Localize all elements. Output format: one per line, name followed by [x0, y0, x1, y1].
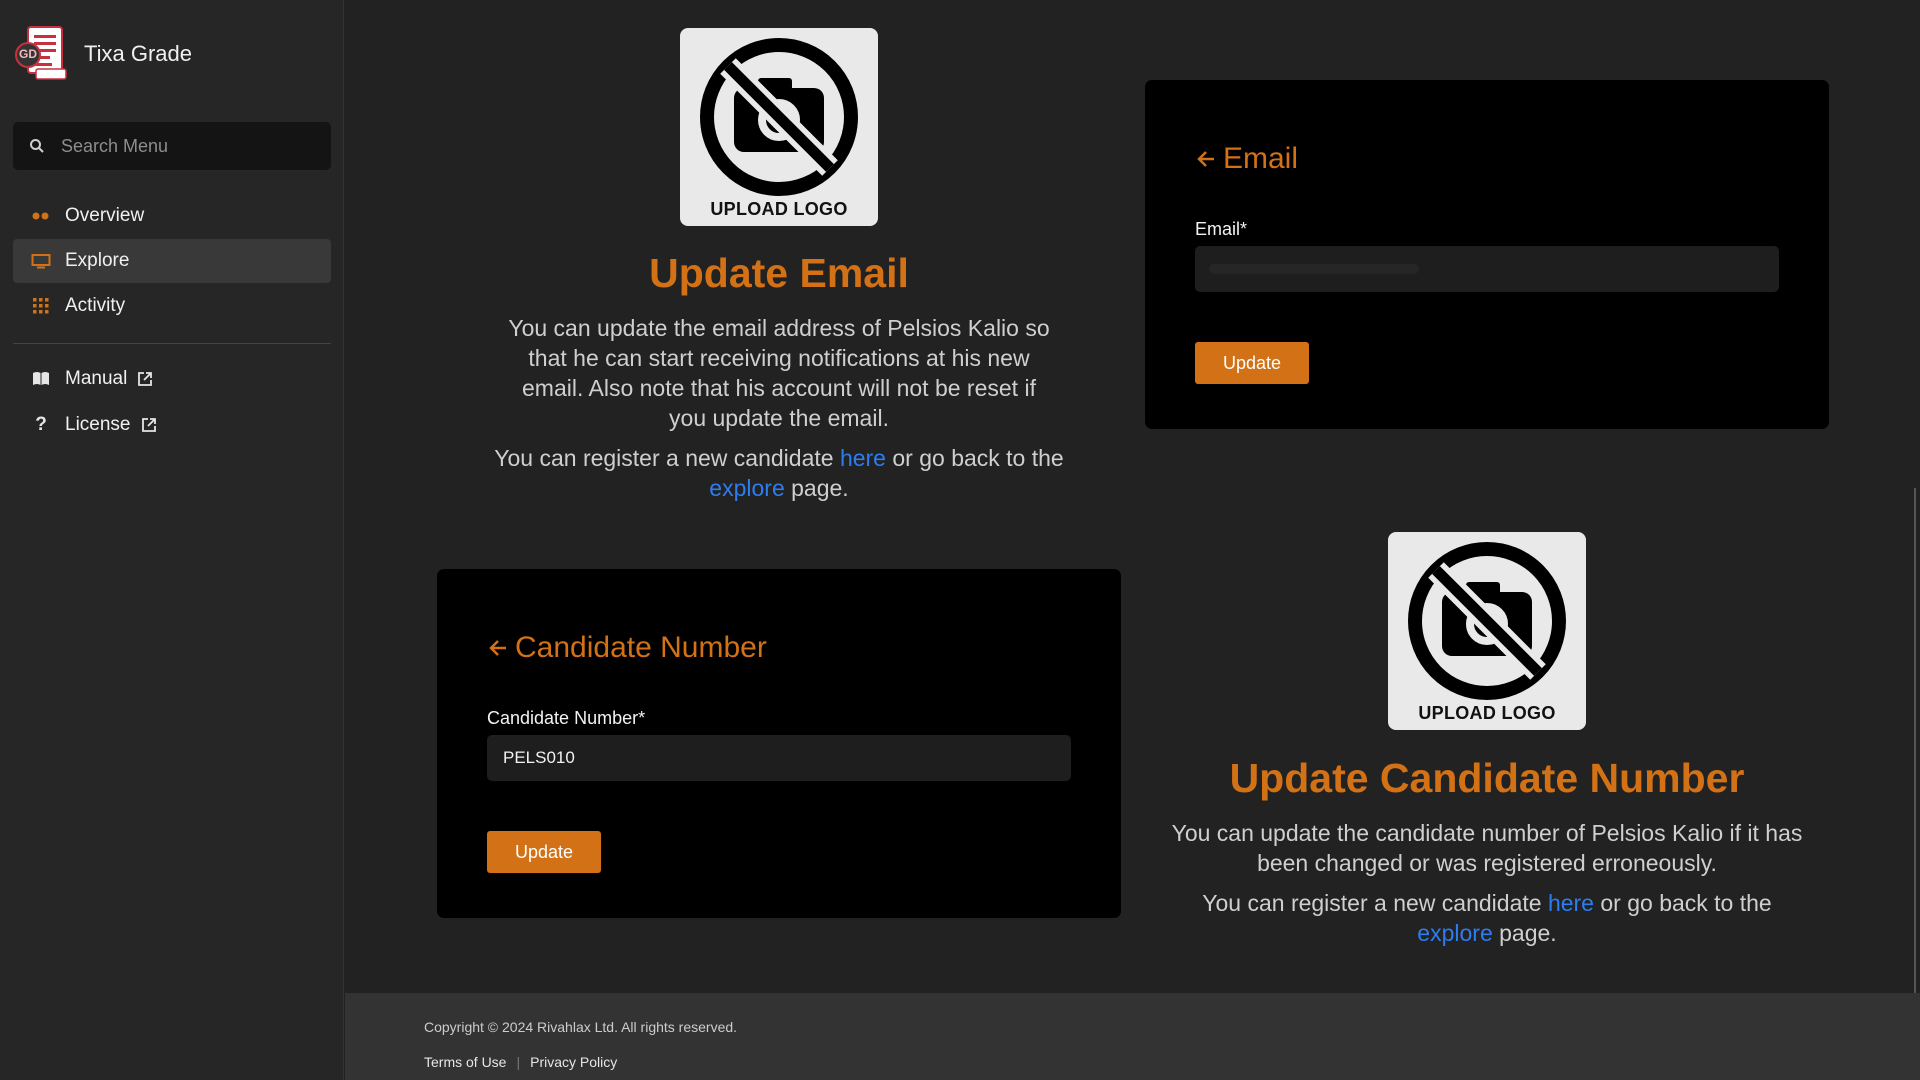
update-email-button[interactable]: Update [1195, 342, 1309, 384]
search-box[interactable] [13, 122, 331, 170]
register-text: You can register a new candidate here or… [1145, 888, 1829, 948]
book-icon [31, 369, 51, 389]
update-candidate-button[interactable]: Update [487, 831, 601, 873]
main-content: UPLOAD LOGO Update Email You can update … [345, 0, 1920, 1008]
arrow-left-icon [489, 640, 506, 656]
email-description: You can update the email address of Pels… [508, 315, 1050, 431]
upload-logo-email[interactable]: UPLOAD LOGO [680, 28, 878, 226]
upload-logo-candidate[interactable]: UPLOAD LOGO [1388, 532, 1586, 730]
sidebar-item-label: Explore [65, 250, 130, 271]
email-card-title[interactable]: Email [1195, 142, 1298, 176]
privacy-link[interactable]: Privacy Policy [530, 1054, 617, 1070]
logo-badge: GD [19, 47, 37, 61]
section-title: Update Candidate Number [1229, 755, 1745, 801]
register-middle: or go back to the [892, 445, 1064, 471]
external-link-icon [137, 371, 153, 387]
card-title-text: Email [1223, 142, 1299, 175]
question-icon: ? [35, 414, 47, 435]
no-camera-icon [700, 38, 858, 196]
sidebar-item-overview[interactable]: Overview [13, 194, 331, 238]
sidebar-link-manual[interactable]: Manual [13, 357, 331, 401]
email-value-mask [1209, 264, 1419, 274]
register-suffix: page. [791, 475, 849, 501]
scrollbar[interactable] [1914, 488, 1916, 1008]
candidate-number-label: Candidate Number* [487, 708, 646, 728]
email-label: Email* [1195, 219, 1248, 239]
search-icon [30, 139, 44, 153]
sidebar-item-explore[interactable]: Explore [13, 239, 331, 283]
footer: Copyright © 2024 Rivahlax Ltd. All right… [345, 993, 1920, 1080]
explore-link[interactable]: explore [709, 475, 784, 501]
main-nav: Overview Explore Activity [13, 194, 331, 329]
upload-logo-label: UPLOAD LOGO [710, 199, 848, 219]
sidebar: GD Tixa Grade Overview Explore [0, 0, 344, 1080]
sidebar-link-label: License [65, 414, 131, 435]
email-info: Update Email You can update the email ad… [445, 250, 1113, 503]
candidate-card-title[interactable]: Candidate Number [487, 631, 767, 665]
external-link-icon [141, 417, 157, 433]
register-suffix: page. [1499, 920, 1557, 946]
app-name: Tixa Grade [84, 41, 193, 66]
register-prefix: You can register a new candidate [494, 445, 834, 471]
sidebar-divider [13, 343, 331, 344]
email-card: Email Email* Update [1145, 80, 1829, 429]
dots-icon [31, 206, 51, 226]
search-input[interactable] [61, 135, 311, 157]
candidate-description: You can update the candidate number of P… [1171, 820, 1803, 876]
register-text: You can register a new candidate here or… [445, 443, 1113, 503]
card-title-text: Candidate Number [515, 631, 767, 664]
sidebar-item-label: Activity [65, 295, 126, 316]
sidebar-item-label: Overview [65, 205, 145, 226]
arrow-left-icon [1197, 151, 1214, 167]
brand[interactable]: GD Tixa Grade [14, 24, 192, 84]
footer-links: Terms of Use | Privacy Policy [424, 1054, 617, 1070]
sidebar-link-label: Manual [65, 368, 128, 389]
register-prefix: You can register a new candidate [1202, 890, 1542, 916]
register-here-link[interactable]: here [840, 445, 886, 471]
candidate-card: Candidate Number Candidate Number* Updat… [437, 569, 1121, 918]
footer-separator: | [516, 1054, 521, 1070]
sidebar-item-activity[interactable]: Activity [13, 284, 331, 328]
explore-link[interactable]: explore [1417, 920, 1492, 946]
copyright-text: Copyright © 2024 Rivahlax Ltd. All right… [424, 1019, 738, 1035]
grid-icon [31, 296, 51, 316]
candidate-info: Update Candidate Number You can update t… [1145, 755, 1829, 948]
candidate-number-field[interactable] [487, 735, 1071, 781]
page-title: Update Email [649, 250, 909, 296]
register-middle: or go back to the [1600, 890, 1772, 916]
app-logo-icon: GD [14, 25, 72, 83]
sidebar-link-license[interactable]: ? License [13, 403, 331, 447]
terms-link[interactable]: Terms of Use [424, 1054, 506, 1070]
monitor-icon [31, 251, 51, 271]
register-here-link[interactable]: here [1548, 890, 1594, 916]
upload-logo-label: UPLOAD LOGO [1418, 703, 1556, 723]
resource-links: Manual ? License [13, 357, 331, 448]
no-camera-icon [1408, 542, 1566, 700]
